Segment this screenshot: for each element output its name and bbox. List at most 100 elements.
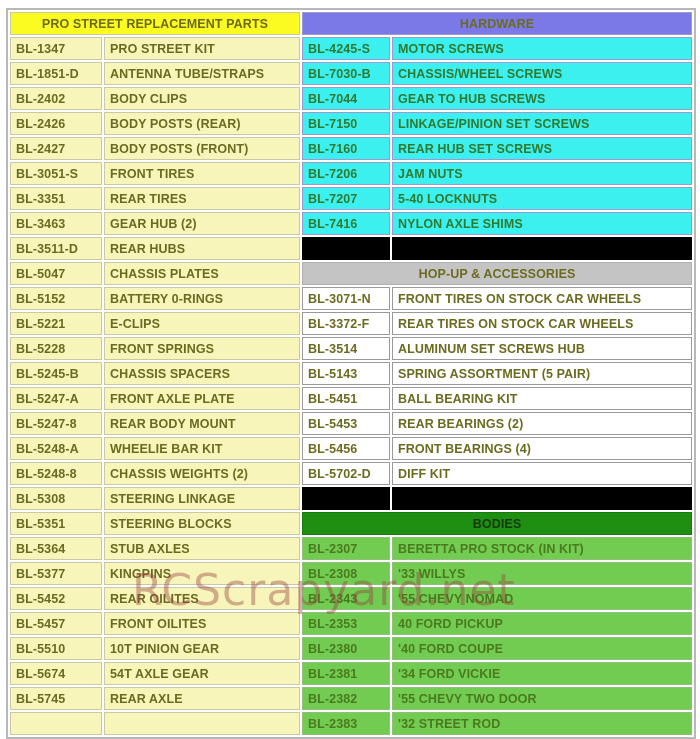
part-name-cell-right: '34 FORD VICKIE — [392, 662, 693, 685]
part-name-cell-right: JAM NUTS — [392, 162, 693, 185]
part-code-cell-left: BL-5351 — [10, 512, 102, 535]
part-name-cell-right: '40 FORD COUPE — [392, 637, 693, 660]
part-name-cell-right: '55 CHEVY TWO DOOR — [392, 687, 693, 710]
part-code-cell-left: BL-3463 — [10, 212, 102, 235]
table-row: BL-5245-B CHASSIS SPACERS BL-5143 SPRING AS… — [10, 362, 693, 385]
part-code-cell-right: BL-5456 — [302, 437, 391, 460]
part-code-cell-left: BL-5674 — [10, 662, 102, 685]
part-name-cell-left: BODY CLIPS — [104, 87, 301, 110]
table-row: BL-2427 BODY POSTS (FRONT) BL-7160 REAR HUB… — [10, 137, 693, 160]
part-name-cell-left: REAR OILITES — [104, 587, 301, 610]
part-code-cell-left: BL-5457 — [10, 612, 102, 635]
section-header-row: PRO STREET REPLACEMENT PARTS HARDWARE — [10, 12, 693, 35]
part-name-cell-left: CHASSIS WEIGHTS (2) — [104, 462, 301, 485]
part-name-cell-right: SPRING ASSORTMENT (5 PAIR) — [392, 362, 693, 385]
part-code-cell-left: BL-5364 — [10, 537, 102, 560]
part-code-cell-left: BL-1347 — [10, 37, 102, 60]
part-name-cell-right: BERETTA PRO STOCK (IN KIT) — [392, 537, 693, 560]
part-name-cell-left: FRONT SPRINGS — [104, 337, 301, 360]
table-row: BL-5247-8 REAR BODY MOUNT BL-5453 REAR BEAR… — [10, 412, 693, 435]
table-row: BL-5377 KINGPINS BL-2308'33 WILLYS — [10, 562, 693, 585]
part-name-cell-right: '33 WILLYS — [392, 562, 693, 585]
part-code-cell-right: BL-3071-N — [302, 287, 391, 310]
table-row: BL-3051-S FRONT TIRES BL-7206 JAM NUTS — [10, 162, 693, 185]
table-row: BL-2426 BODY POSTS (REAR) BL-7150 LINKAGE/P… — [10, 112, 693, 135]
part-name-cell-right: LINKAGE/PINION SET SCREWS — [392, 112, 693, 135]
part-code-cell-left: BL-2427 — [10, 137, 102, 160]
table-row: BL-5351 STEERING BLOCKS BODIES — [10, 512, 693, 535]
part-name-cell-right: DIFF KIT — [392, 462, 693, 485]
part-code-cell-left: BL-5152 — [10, 287, 102, 310]
table-row: BL-5248-8 CHASSIS WEIGHTS (2) BL-5702-D DIF… — [10, 462, 693, 485]
part-name-cell-left: 10T PINION GEAR — [104, 637, 301, 660]
table-row: BL-1347 PRO STREET KIT BL-4245-S MOTOR SCRE… — [10, 37, 693, 60]
part-code-cell-right: BL-2308 — [302, 562, 391, 585]
part-name-cell-right: '55 CHEVY NOMAD — [392, 587, 693, 610]
table-row: BL-5457 FRONT OILITES BL-2353 40 FORD PICKU… — [10, 612, 693, 635]
part-name-cell-right: REAR BEARINGS (2) — [392, 412, 693, 435]
part-name-cell-right: MOTOR SCREWS — [392, 37, 693, 60]
part-name-cell-left: FRONT OILITES — [104, 612, 301, 635]
part-code-cell-left: BL-5228 — [10, 337, 102, 360]
part-code-cell-right: BL-7207 — [302, 187, 391, 210]
part-code-cell-left: BL-5247-A — [10, 387, 102, 410]
table-row: BL-5308 STEERING LINKAGE — [10, 487, 693, 510]
table-row: BL-3511-D REAR HUBS — [10, 237, 693, 260]
table-row: BL-5248-A WHEELIE BAR KIT BL-5456 FRONT BEA… — [10, 437, 693, 460]
section-header-hop-up-accessories: HOP-UP & ACCESSORIES — [302, 262, 693, 285]
part-name-cell-left: WHEELIE BAR KIT — [104, 437, 301, 460]
part-code-cell-right: BL-7206 — [302, 162, 391, 185]
part-code-cell-right: BL-5143 — [302, 362, 391, 385]
part-name-cell-right: CHASSIS/WHEEL SCREWS — [392, 62, 693, 85]
part-code-cell-right: BL-2380 — [302, 637, 391, 660]
section-separator-code — [302, 237, 391, 260]
part-name-cell-left: STEERING LINKAGE — [104, 487, 301, 510]
part-code-cell-left: BL-5221 — [10, 312, 102, 335]
part-name-cell-right: 5-40 LOCKNUTS — [392, 187, 693, 210]
table-row: BL-5221 E-CLIPS BL-3372-F REAR TIRES ON STO… — [10, 312, 693, 335]
part-code-cell-left: BL-5510 — [10, 637, 102, 660]
part-code-cell-left: BL-2402 — [10, 87, 102, 110]
section-separator-name — [392, 487, 693, 510]
table-row: BL-5674 54T AXLE GEAR BL-2381'34 FORD VICK… — [10, 662, 693, 685]
part-code-cell-left: BL-5247-8 — [10, 412, 102, 435]
table-row: BL-5247-A FRONT AXLE PLATE BL-5451 BALL BEA… — [10, 387, 693, 410]
table-row: BL-5152 BATTERY 0-RINGS BL-3071-N FRONT TIR… — [10, 287, 693, 310]
part-code-cell-left: BL-2426 — [10, 112, 102, 135]
table-row: BL-3463 GEAR HUB (2) BL-7416 NYLON AXLE SHI… — [10, 212, 693, 235]
part-name-cell-right: BALL BEARING KIT — [392, 387, 693, 410]
part-name-cell-left: E-CLIPS — [104, 312, 301, 335]
part-name-cell-left — [104, 712, 301, 735]
part-name-cell-left: STEERING BLOCKS — [104, 512, 301, 535]
part-name-cell-right: FRONT TIRES ON STOCK CAR WHEELS — [392, 287, 693, 310]
part-code-cell-right: BL-7160 — [302, 137, 391, 160]
part-code-cell-left: BL-5245-B — [10, 362, 102, 385]
parts-table-body: PRO STREET REPLACEMENT PARTS HARDWARE — [10, 12, 693, 35]
part-code-cell-right: BL-7416 — [302, 212, 391, 235]
section-separator-code — [302, 487, 391, 510]
table-row: BL-2383'32 STREET ROD — [10, 712, 693, 735]
part-name-cell-right: '32 STREET ROD — [392, 712, 693, 735]
part-name-cell-left: BATTERY 0-RINGS — [104, 287, 301, 310]
table-row: BL-5510 10T PINION GEAR BL-2380'40 FORD CO… — [10, 637, 693, 660]
part-name-cell-right: NYLON AXLE SHIMS — [392, 212, 693, 235]
section-header-pro-street: PRO STREET REPLACEMENT PARTS — [10, 12, 301, 35]
part-name-cell-left: KINGPINS — [104, 562, 301, 585]
part-name-cell-right: REAR TIRES ON STOCK CAR WHEELS — [392, 312, 693, 335]
part-code-cell-left: BL-5745 — [10, 687, 102, 710]
section-header-hardware: HARDWARE — [302, 12, 693, 35]
part-name-cell-left: ANTENNA TUBE/STRAPS — [104, 62, 301, 85]
part-code-cell-left: BL-5248-8 — [10, 462, 102, 485]
part-code-cell-left: BL-5308 — [10, 487, 102, 510]
part-code-cell-left: BL-5452 — [10, 587, 102, 610]
part-name-cell-left: GEAR HUB (2) — [104, 212, 301, 235]
table-row: BL-5047 CHASSIS PLATES HOP-UP & ACCESSORIE… — [10, 262, 693, 285]
part-name-cell-left: STUB AXLES — [104, 537, 301, 560]
table-row: BL-5452 REAR OILITES BL-2343'55 CHEVY NOMA… — [10, 587, 693, 610]
part-code-cell-right: BL-2381 — [302, 662, 391, 685]
part-code-cell-right: BL-4245-S — [302, 37, 391, 60]
part-name-cell-left: BODY POSTS (REAR) — [104, 112, 301, 135]
part-code-cell-left — [10, 712, 102, 735]
part-name-cell-left: BODY POSTS (FRONT) — [104, 137, 301, 160]
part-code-cell-right: BL-7030-B — [302, 62, 391, 85]
